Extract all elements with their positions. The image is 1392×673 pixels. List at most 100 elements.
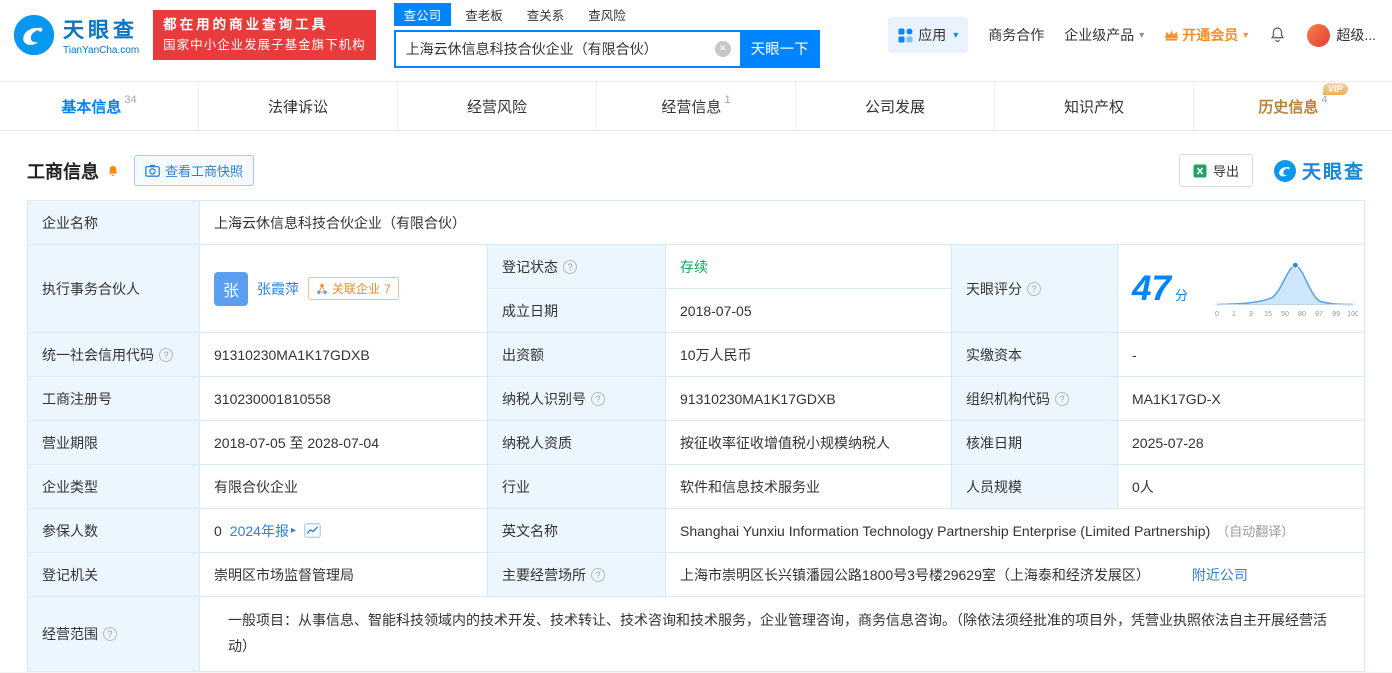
field-label-establish-date: 成立日期	[488, 289, 665, 332]
tab-label: 经营风险	[466, 98, 527, 116]
field-value-taxpayer-id: 91310230MA1K17GDXB	[666, 377, 951, 420]
tab-count: 4	[1321, 94, 1328, 106]
tab-label: 基本信息	[61, 98, 122, 116]
clear-search-icon[interactable]: ✕	[714, 40, 731, 57]
help-icon[interactable]: ?	[1055, 391, 1069, 406]
business-info-section-header: 工商信息 查看工商快照 导出 天眼查	[27, 154, 1365, 187]
help-icon[interactable]: ?	[591, 391, 605, 406]
tab-business-info[interactable]: 经营信息 1	[597, 82, 796, 130]
search-tab-risk[interactable]: 查风险	[578, 3, 636, 26]
help-icon[interactable]: ?	[159, 347, 173, 362]
field-label-registry: 登记机关	[28, 553, 199, 596]
caret-down-icon: ▾	[1139, 29, 1145, 41]
tab-intellectual-property[interactable]: 知识产权	[995, 82, 1194, 130]
annual-report-link[interactable]: 2024年报 ▸	[230, 521, 296, 541]
trend-chart-icon[interactable]	[304, 523, 321, 538]
field-value-managing-partner: 张 张霞萍 关联企业 7	[200, 245, 487, 332]
score-distribution-chart: 0 1 3 15 50 80 97 99 100	[1215, 261, 1358, 317]
search-input[interactable]	[393, 29, 740, 68]
related-companies-label: 关联企业	[332, 282, 381, 296]
search-button[interactable]: 天眼一下	[739, 29, 820, 68]
field-label-company-name: 企业名称	[28, 201, 199, 244]
svg-text:99: 99	[1332, 308, 1340, 317]
nav-vip-upgrade[interactable]: 开通会员 ▾	[1164, 25, 1248, 45]
svg-text:3: 3	[1249, 308, 1253, 317]
tab-history-info[interactable]: 历史信息 VIP 4	[1194, 82, 1392, 130]
svg-text:15: 15	[1264, 308, 1272, 317]
tab-label: 历史信息 VIP	[1258, 82, 1349, 117]
user-account[interactable]: 超级...	[1307, 23, 1376, 47]
auto-translate-note: （自动翻译）	[1216, 524, 1295, 539]
search-type-tabs: 查公司 查老板 查关系 查风险	[393, 2, 820, 26]
camera-icon	[145, 164, 160, 177]
field-label-paid-capital: 实缴资本	[952, 333, 1117, 376]
help-icon[interactable]: ?	[591, 567, 605, 582]
field-label-registration-status: 登记状态?	[488, 245, 665, 288]
svg-text:0: 0	[1215, 308, 1219, 317]
crown-icon	[1165, 30, 1179, 41]
partner-name-link[interactable]: 张霞萍	[257, 279, 299, 299]
nav-business-cooperation[interactable]: 商务合作	[988, 25, 1044, 45]
tab-basic-info[interactable]: 基本信息 34	[0, 82, 199, 130]
related-companies-count: 7	[384, 281, 391, 296]
field-value-registration-status: 存续	[666, 245, 951, 288]
field-label-business-scope: 经营范围?	[28, 597, 199, 671]
promo-badge: 都在用的商业查询工具 国家中小企业发展子基金旗下机构	[153, 9, 376, 61]
search-box: ✕	[393, 29, 740, 68]
nav-enterprise-products[interactable]: 企业级产品 ▾	[1064, 25, 1144, 45]
field-value-registry: 崇明区市场监督管理局	[200, 553, 487, 596]
help-icon[interactable]: ?	[563, 259, 577, 274]
site-logo[interactable]: 天眼查 TianYanCha.com	[12, 13, 139, 57]
field-label-tianyan-score: 天眼评分?	[952, 245, 1117, 332]
field-label-capital: 出资额	[488, 333, 665, 376]
score-unit: 分	[1174, 288, 1188, 303]
field-label-taxpayer-quality: 纳税人资质	[488, 421, 665, 464]
tab-label: 公司发展	[864, 98, 925, 116]
nearby-companies-link[interactable]: 附近公司	[1192, 565, 1248, 585]
section-tools: 导出 天眼查	[1178, 154, 1365, 187]
caret-down-icon: ▾	[1243, 29, 1249, 41]
subscribe-bell-icon[interactable]	[106, 164, 120, 179]
svg-text:50: 50	[1281, 308, 1289, 317]
partner-avatar[interactable]: 张	[214, 271, 248, 306]
search-area: 查公司 查老板 查关系 查风险 ✕ 天眼一下	[393, 2, 820, 68]
field-label-industry: 行业	[488, 465, 665, 508]
section-title: 工商信息	[27, 161, 99, 182]
apps-label: 应用	[918, 27, 947, 43]
tab-count: 1	[724, 94, 731, 106]
field-value-registration-number: 310230001810558	[200, 377, 487, 420]
promo-line-2: 国家中小企业发展子基金旗下机构	[163, 37, 366, 52]
user-avatar	[1307, 23, 1331, 47]
watermark-logo: 天眼查	[1273, 157, 1365, 184]
notifications-icon[interactable]	[1268, 25, 1287, 45]
tab-company-development[interactable]: 公司发展	[796, 82, 995, 130]
field-label-staff-size: 人员规模	[952, 465, 1117, 508]
tab-legal-proceedings[interactable]: 法律诉讼	[199, 82, 398, 130]
field-label-business-address: 主要经营场所?	[488, 553, 665, 596]
arrow-right-icon: ▸	[290, 525, 296, 536]
view-snapshot-button[interactable]: 查看工商快照	[134, 155, 255, 186]
excel-icon	[1193, 164, 1207, 177]
help-icon[interactable]: ?	[103, 626, 117, 641]
field-value-business-term: 2018-07-05 至 2028-07-04	[200, 421, 487, 464]
tab-label: 知识产权	[1063, 98, 1124, 116]
tab-label: 法律诉讼	[267, 98, 328, 116]
svg-text:80: 80	[1298, 308, 1306, 317]
svg-text:100: 100	[1347, 308, 1358, 317]
help-icon[interactable]: ?	[1027, 281, 1041, 296]
apps-menu[interactable]: 应用 ▾	[888, 17, 969, 53]
snapshot-label: 查看工商快照	[165, 164, 244, 179]
enterprise-products-label: 企业级产品	[1064, 27, 1135, 43]
tab-operational-risk[interactable]: 经营风险	[398, 82, 597, 130]
company-detail-tabs: 基本信息 34 法律诉讼 经营风险 经营信息 1 公司发展 知识产权 历史信息 …	[0, 81, 1392, 131]
field-value-paid-capital: -	[1118, 333, 1364, 376]
search-tab-boss[interactable]: 查老板	[455, 3, 513, 26]
search-tab-relations[interactable]: 查关系	[517, 3, 575, 26]
related-companies-badge[interactable]: 关联企业 7	[308, 277, 399, 300]
field-label-taxpayer-id: 纳税人识别号?	[488, 377, 665, 420]
username: 超级...	[1336, 27, 1376, 43]
field-value-tianyan-score: 47 分 0 1 3 15 50 80 97 99 100	[1118, 245, 1364, 332]
export-button[interactable]: 导出	[1178, 154, 1253, 187]
search-tab-company[interactable]: 查公司	[393, 2, 452, 26]
field-label-credit-code: 统一社会信用代码?	[28, 333, 199, 376]
